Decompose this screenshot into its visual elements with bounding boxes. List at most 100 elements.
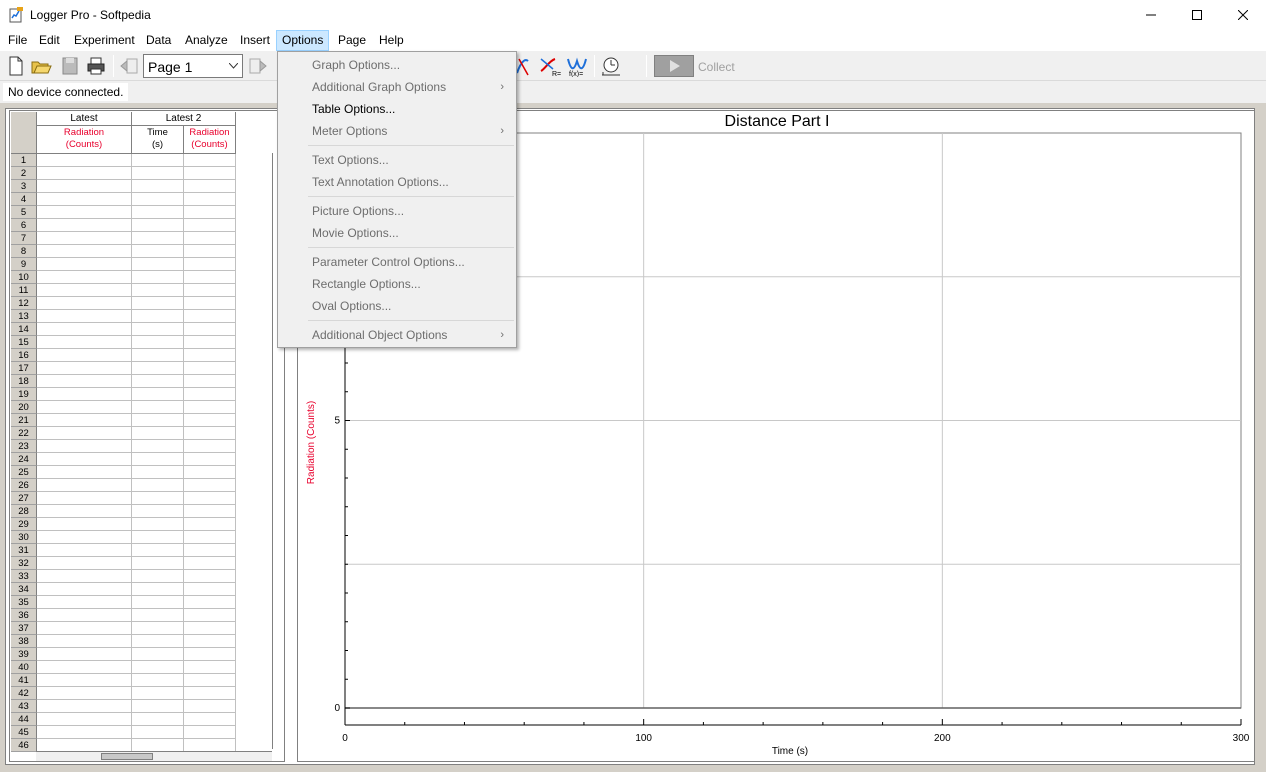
menu-item-movie-options[interactable]: Movie Options...: [280, 222, 514, 244]
row-number[interactable]: 33: [11, 570, 37, 583]
table-cell[interactable]: [184, 154, 236, 167]
row-number[interactable]: 36: [11, 609, 37, 622]
table-cell[interactable]: [184, 167, 236, 180]
table-cell[interactable]: [132, 466, 184, 479]
table-cell[interactable]: [132, 479, 184, 492]
table-cell[interactable]: [37, 726, 132, 739]
row-number[interactable]: 9: [11, 258, 37, 271]
table-horizontal-scrollbar[interactable]: [36, 751, 272, 761]
table-cell[interactable]: [132, 609, 184, 622]
table-cell[interactable]: [37, 414, 132, 427]
row-number[interactable]: 46: [11, 739, 37, 752]
table-cell[interactable]: [184, 609, 236, 622]
minimize-button[interactable]: [1128, 0, 1174, 30]
row-number[interactable]: 27: [11, 492, 37, 505]
new-file-icon[interactable]: [5, 55, 27, 77]
row-number[interactable]: 29: [11, 518, 37, 531]
menu-item-additional-object-options[interactable]: Additional Object Options ›: [280, 324, 514, 346]
row-number[interactable]: 28: [11, 505, 37, 518]
row-number[interactable]: 24: [11, 453, 37, 466]
table-cell[interactable]: [132, 219, 184, 232]
table-cell[interactable]: [37, 388, 132, 401]
collect-button[interactable]: [654, 55, 694, 77]
table-cell[interactable]: [132, 154, 184, 167]
menu-item-text-annotation-options[interactable]: Text Annotation Options...: [280, 171, 514, 193]
row-number[interactable]: 10: [11, 271, 37, 284]
table-cell[interactable]: [184, 570, 236, 583]
table-cell[interactable]: [132, 583, 184, 596]
table-cell[interactable]: [184, 635, 236, 648]
row-number[interactable]: 19: [11, 388, 37, 401]
menu-file[interactable]: File: [3, 30, 32, 51]
table-cell[interactable]: [184, 622, 236, 635]
menu-item-parameter-control-options[interactable]: Parameter Control Options...: [280, 251, 514, 273]
table-cell[interactable]: [184, 336, 236, 349]
table-cell[interactable]: [37, 258, 132, 271]
table-cell[interactable]: [184, 219, 236, 232]
row-number[interactable]: 1: [11, 154, 37, 167]
table-cell[interactable]: [184, 557, 236, 570]
menu-data[interactable]: Data: [141, 30, 176, 51]
row-number[interactable]: 41: [11, 674, 37, 687]
menu-item-additional-graph-options[interactable]: Additional Graph Options ›: [280, 76, 514, 98]
menu-item-oval-options[interactable]: Oval Options...: [280, 295, 514, 317]
row-number[interactable]: 37: [11, 622, 37, 635]
table-cell[interactable]: [184, 323, 236, 336]
menu-item-graph-options[interactable]: Graph Options...: [280, 54, 514, 76]
table-cell[interactable]: [184, 687, 236, 700]
row-number[interactable]: 35: [11, 596, 37, 609]
row-number[interactable]: 12: [11, 297, 37, 310]
menu-item-table-options[interactable]: Table Options...: [280, 98, 514, 120]
table-cell[interactable]: [37, 167, 132, 180]
column-header[interactable]: Time (s): [132, 126, 184, 154]
row-number[interactable]: 30: [11, 531, 37, 544]
table-cell[interactable]: [132, 622, 184, 635]
table-cell[interactable]: [37, 349, 132, 362]
table-cell[interactable]: [37, 466, 132, 479]
menu-help[interactable]: Help: [374, 30, 409, 51]
table-cell[interactable]: [132, 544, 184, 557]
table-cell[interactable]: [37, 297, 132, 310]
row-number[interactable]: 43: [11, 700, 37, 713]
row-number[interactable]: 13: [11, 310, 37, 323]
table-cell[interactable]: [132, 726, 184, 739]
table-cell[interactable]: [184, 193, 236, 206]
table-cell[interactable]: [37, 180, 132, 193]
print-icon[interactable]: [85, 55, 107, 77]
table-cell[interactable]: [184, 440, 236, 453]
row-number[interactable]: 6: [11, 219, 37, 232]
table-cell[interactable]: [132, 336, 184, 349]
row-number[interactable]: 4: [11, 193, 37, 206]
column-header[interactable]: Radiation (Counts): [37, 126, 132, 154]
table-cell[interactable]: [184, 492, 236, 505]
table-cell[interactable]: [132, 388, 184, 401]
table-cell[interactable]: [37, 232, 132, 245]
table-cell[interactable]: [37, 206, 132, 219]
row-number[interactable]: 25: [11, 466, 37, 479]
table-cell[interactable]: [184, 479, 236, 492]
menu-experiment[interactable]: Experiment: [69, 30, 140, 51]
row-number[interactable]: 7: [11, 232, 37, 245]
table-cell[interactable]: [184, 544, 236, 557]
row-number[interactable]: 42: [11, 687, 37, 700]
row-number[interactable]: 26: [11, 479, 37, 492]
table-cell[interactable]: [37, 479, 132, 492]
row-number[interactable]: 23: [11, 440, 37, 453]
table-cell[interactable]: [184, 648, 236, 661]
table-cell[interactable]: [37, 427, 132, 440]
row-number[interactable]: 15: [11, 336, 37, 349]
table-cell[interactable]: [132, 713, 184, 726]
table-cell[interactable]: [37, 375, 132, 388]
table-cell[interactable]: [37, 674, 132, 687]
previous-page-icon[interactable]: [118, 55, 140, 77]
table-cell[interactable]: [184, 284, 236, 297]
table-cell[interactable]: [132, 648, 184, 661]
row-number[interactable]: 22: [11, 427, 37, 440]
save-icon[interactable]: [59, 55, 81, 77]
table-cell[interactable]: [37, 401, 132, 414]
maximize-button[interactable]: [1174, 0, 1220, 30]
table-cell[interactable]: [132, 167, 184, 180]
table-cell[interactable]: [184, 245, 236, 258]
table-cell[interactable]: [37, 271, 132, 284]
table-cell[interactable]: [37, 245, 132, 258]
